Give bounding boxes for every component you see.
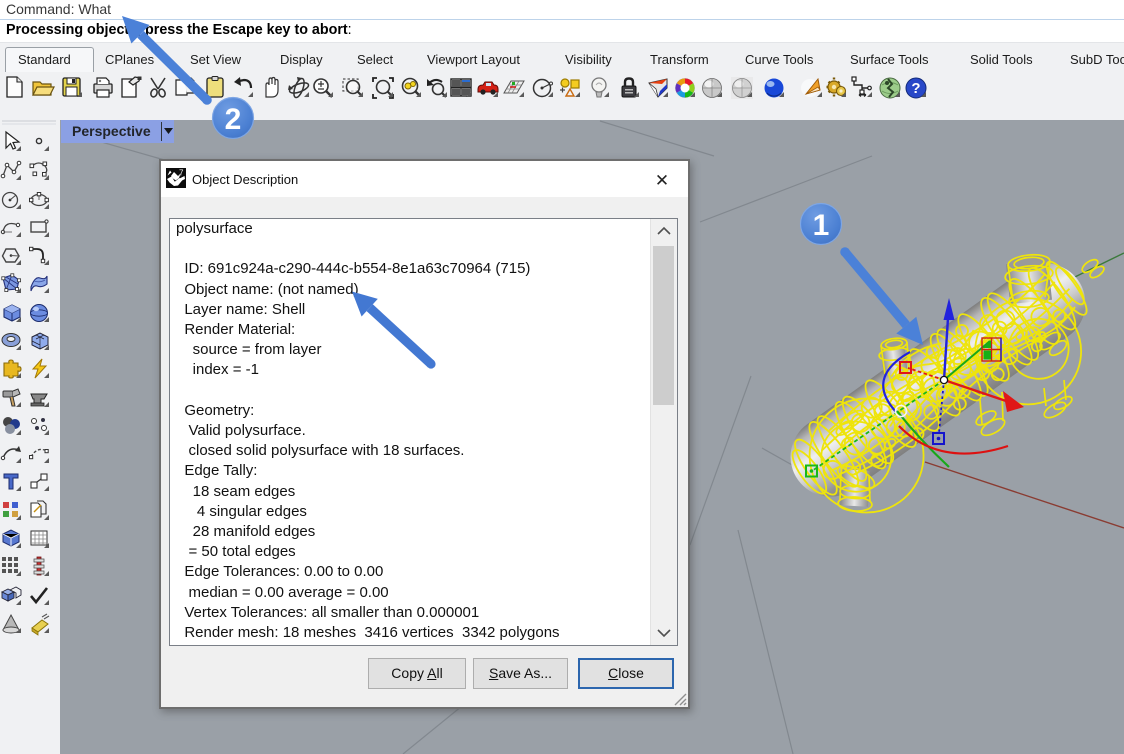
svg-text:?: ? [911,80,920,97]
svg-text:7: 7 [179,169,184,178]
